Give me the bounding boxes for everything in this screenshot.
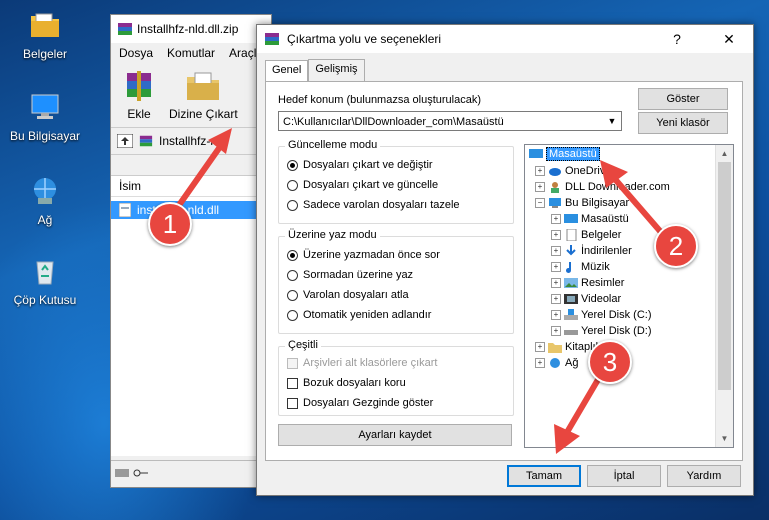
annotation-arrows <box>167 128 669 454</box>
annotation-badge-3: 3 <box>588 340 632 384</box>
arrow-2 <box>600 160 669 241</box>
annotation-badge-2: 2 <box>654 224 698 268</box>
annotation-badge-1: 1 <box>148 202 192 246</box>
